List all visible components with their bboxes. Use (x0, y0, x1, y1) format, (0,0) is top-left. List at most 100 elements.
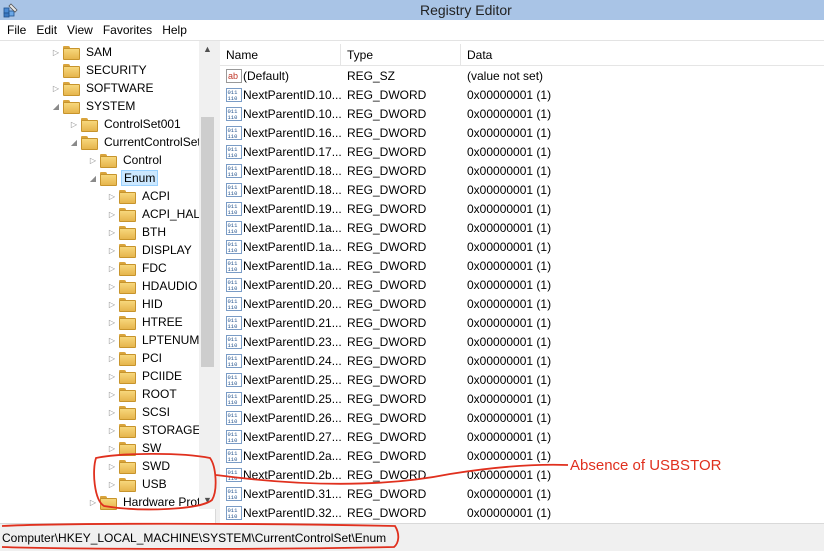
value-row[interactable]: 011 110 NextParentID.20... REG_DWORD 0x00000… (220, 295, 824, 314)
tree-item[interactable]: ▷ HID (106, 295, 165, 313)
expand-arrow-icon[interactable]: ▷ (106, 259, 118, 277)
value-row[interactable]: 011 110 NextParentID.25... REG_DWORD 0x00000… (220, 371, 824, 390)
tree-item[interactable]: ▷ SAM (50, 43, 114, 61)
value-row[interactable]: 011 110 NextParentID.23... REG_DWORD 0x00000… (220, 333, 824, 352)
value-row[interactable]: 011 110 NextParentID.1a... REG_DWORD 0x00000… (220, 219, 824, 238)
value-row[interactable]: 011 110 NextParentID.26... REG_DWORD 0x00000… (220, 409, 824, 428)
expand-arrow-icon[interactable]: ▷ (87, 493, 99, 511)
value-row[interactable]: 011 110 NextParentID.10... REG_DWORD 0x00000… (220, 105, 824, 124)
collapse-arrow-icon[interactable]: ◢ (68, 133, 80, 151)
value-row[interactable]: 011 110 NextParentID.1a... REG_DWORD 0x00000… (220, 257, 824, 276)
column-header-name[interactable]: Name (220, 44, 341, 66)
key-tree[interactable]: ▷ SAM SECURITY ▷ SOFTWARE ◢ SYSTEM ▷ ControlSet0… (0, 41, 216, 523)
menu-edit[interactable]: Edit (31, 20, 62, 41)
value-row[interactable]: 011 110 NextParentID.17... REG_DWORD 0x00000… (220, 143, 824, 162)
tree-item[interactable]: ▷ BTH (106, 223, 168, 241)
menu-help[interactable]: Help (157, 20, 192, 41)
value-row[interactable]: 011 110 NextParentID.2a... REG_DWORD 0x00000… (220, 447, 824, 466)
expand-arrow-icon[interactable]: ▷ (106, 295, 118, 313)
expand-arrow-icon[interactable]: ▷ (106, 205, 118, 223)
tree-item[interactable]: ▷ USB (106, 475, 169, 493)
menu-file[interactable]: File (2, 20, 31, 41)
expand-arrow-icon[interactable]: ▷ (106, 313, 118, 331)
value-row[interactable]: 011 110 NextParentID.18... REG_DWORD 0x00000… (220, 181, 824, 200)
tree-item[interactable]: ◢ Enum (87, 169, 159, 187)
value-row[interactable]: 011 110 NextParentID.24... REG_DWORD 0x00000… (220, 352, 824, 371)
expand-arrow-icon[interactable]: ▷ (68, 115, 80, 133)
tree-item[interactable]: ▷ Hardware Prof (87, 493, 202, 511)
scroll-up-arrow-icon[interactable]: ▲ (199, 41, 216, 58)
value-row[interactable]: 011 110 NextParentID.16... REG_DWORD 0x00000… (220, 124, 824, 143)
value-row[interactable]: 011 110 NextParentID.27... REG_DWORD 0x00000… (220, 428, 824, 447)
expand-arrow-icon[interactable]: ▷ (106, 277, 118, 295)
expand-arrow-icon[interactable]: ▷ (106, 457, 118, 475)
binary-value-icon: 011110 (226, 392, 242, 406)
expand-arrow-icon[interactable]: ▷ (106, 331, 118, 349)
expand-arrow-icon[interactable]: ▷ (106, 223, 118, 241)
value-row[interactable]: ab (Default) REG_SZ (value not set) (220, 67, 824, 86)
values-list[interactable]: Name Type Data ab (Default) REG_SZ (value n… (220, 41, 824, 523)
svg-text:110: 110 (228, 133, 238, 140)
tree-item[interactable]: ◢ SYSTEM (50, 97, 137, 115)
tree-item[interactable]: SECURITY (50, 61, 149, 79)
column-header-data[interactable]: Data (461, 44, 824, 66)
tree-item[interactable]: ▷ ROOT (106, 385, 179, 403)
value-row[interactable]: 011 110 NextParentID.21... REG_DWORD 0x00000… (220, 314, 824, 333)
menu-view[interactable]: View (62, 20, 98, 41)
tree-item[interactable]: ◢ CurrentControlSet (68, 133, 203, 151)
menu-favorites[interactable]: Favorites (98, 20, 157, 41)
collapse-arrow-icon[interactable]: ◢ (50, 97, 62, 115)
value-row[interactable]: 011 110 NextParentID.19... REG_DWORD 0x00000… (220, 200, 824, 219)
tree-item[interactable]: ▷ SW (106, 439, 163, 457)
value-row[interactable]: 011 110 NextParentID.20... REG_DWORD 0x00000… (220, 276, 824, 295)
expand-arrow-icon[interactable]: ▷ (106, 349, 118, 367)
expand-arrow-icon[interactable]: ▷ (87, 151, 99, 169)
tree-item[interactable]: ▷ HDAUDIO (106, 277, 199, 295)
value-row[interactable]: 011 110 NextParentID.10... REG_DWORD 0x00000… (220, 86, 824, 105)
binary-value-icon: 011110 (226, 88, 242, 102)
expand-arrow-icon[interactable]: ▷ (50, 79, 62, 97)
tree-item-label: SCSI (142, 405, 171, 419)
svg-text:110: 110 (228, 266, 238, 273)
value-name: NextParentID.1a... (243, 240, 342, 254)
expand-arrow-icon[interactable]: ▷ (106, 187, 118, 205)
tree-item[interactable]: ▷ Control (87, 151, 164, 169)
tree-item[interactable]: ▷ HTREE (106, 313, 185, 331)
expand-arrow-icon[interactable]: ▷ (106, 421, 118, 439)
value-row[interactable]: 011 110 NextParentID.25... REG_DWORD 0x00000… (220, 390, 824, 409)
value-row[interactable]: 011 110 NextParentID.18... REG_DWORD 0x00000… (220, 162, 824, 181)
expand-arrow-icon[interactable]: ▷ (106, 241, 118, 259)
tree-item-label: SW (142, 441, 162, 455)
collapse-arrow-icon[interactable]: ◢ (87, 169, 99, 187)
tree-scroll-thumb[interactable] (201, 117, 214, 367)
tree-item[interactable]: ▷ SWD (106, 457, 172, 475)
tree-item[interactable]: ▷ DISPLAY (106, 241, 194, 259)
tree-item[interactable]: ▷ PCIIDE (106, 367, 184, 385)
value-row[interactable]: 011 110 NextParentID.2b... REG_DWORD 0x00000… (220, 466, 824, 485)
expand-arrow-icon[interactable]: ▷ (50, 43, 62, 61)
column-header-type[interactable]: Type (341, 44, 461, 66)
value-row[interactable]: 011 110 NextParentID.31... REG_DWORD 0x00000… (220, 485, 824, 504)
expand-arrow-icon[interactable]: ▷ (106, 367, 118, 385)
tree-item[interactable]: ▷ ControlSet001 (68, 115, 183, 133)
tree-item-label: HDAUDIO (142, 279, 198, 293)
folder-icon (118, 315, 136, 330)
expand-arrow-icon[interactable]: ▷ (106, 439, 118, 457)
tree-item[interactable]: ▷ LPTENUM (106, 331, 201, 349)
tree-item[interactable]: ▷ STORAGE (106, 421, 202, 439)
tree-item[interactable]: ▷ SOFTWARE (50, 79, 156, 97)
tree-item[interactable]: ▷ FDC (106, 259, 169, 277)
expand-arrow-icon[interactable]: ▷ (106, 403, 118, 421)
expand-arrow-icon[interactable]: ▷ (106, 385, 118, 403)
expand-arrow-icon[interactable]: ▷ (106, 475, 118, 493)
scroll-down-arrow-icon[interactable]: ▼ (199, 492, 216, 509)
tree-scrollbar[interactable]: ▲ ▼ (199, 41, 216, 509)
tree-item[interactable]: ▷ ACPI_HAL (106, 205, 202, 223)
value-row[interactable]: 011 110 NextParentID.1a... REG_DWORD 0x00000… (220, 238, 824, 257)
tree-item[interactable]: ▷ SCSI (106, 403, 172, 421)
expand-arrow-icon (50, 61, 62, 79)
value-row[interactable]: 011 110 NextParentID.32... REG_DWORD 0x00000… (220, 504, 824, 523)
tree-item[interactable]: ▷ ACPI (106, 187, 172, 205)
binary-value-icon: 011110 (226, 430, 242, 444)
tree-item[interactable]: ▷ PCI (106, 349, 164, 367)
